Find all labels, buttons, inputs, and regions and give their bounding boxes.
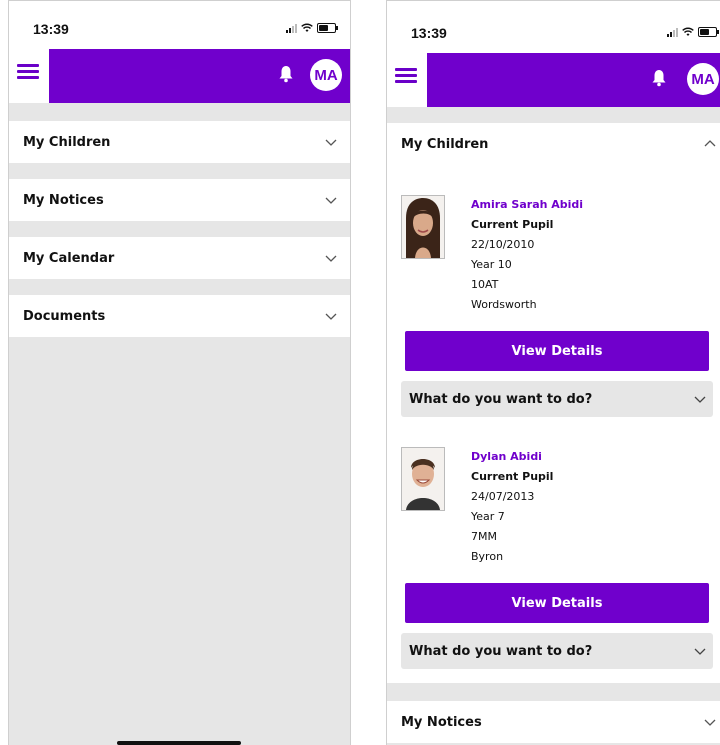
- child-name[interactable]: Amira Sarah Abidi: [471, 195, 583, 215]
- system-icons: [667, 27, 719, 37]
- chevron-down-icon: [694, 396, 706, 403]
- chevron-down-icon: [325, 139, 337, 146]
- section-label: My Notices: [23, 192, 104, 208]
- status-time: 13:39: [411, 25, 447, 41]
- wifi-icon: [682, 27, 694, 36]
- home-indicator[interactable]: [117, 741, 241, 745]
- chevron-down-icon: [704, 719, 716, 726]
- battery-icon: [317, 23, 338, 33]
- battery-icon: [698, 27, 719, 37]
- action-select-label: What do you want to do?: [409, 391, 593, 407]
- child-info: Amira Sarah Abidi Current Pupil 22/10/20…: [471, 195, 583, 315]
- child-year: Year 7: [471, 510, 505, 523]
- chevron-down-icon: [325, 313, 337, 320]
- menu-icon[interactable]: [17, 61, 39, 83]
- phone-screen-expanded: 13:39 MA My Children Amira Sarah Abidi C…: [386, 0, 720, 745]
- signal-icon: [286, 23, 297, 33]
- section-label: My Notices: [401, 714, 482, 730]
- action-select[interactable]: What do you want to do?: [401, 633, 713, 669]
- child-status: Current Pupil: [471, 470, 554, 483]
- child-info: Dylan Abidi Current Pupil 24/07/2013 Yea…: [471, 447, 553, 567]
- child-photo: [401, 447, 445, 511]
- header-bar: MA: [49, 49, 350, 103]
- chevron-up-icon: [704, 140, 716, 147]
- section-label: My Calendar: [23, 250, 115, 266]
- section-label: My Children: [23, 134, 111, 150]
- section-my-notices[interactable]: My Notices: [387, 701, 720, 743]
- bell-icon[interactable]: [651, 69, 667, 87]
- chevron-down-icon: [325, 255, 337, 262]
- app-bar: MA: [9, 49, 350, 103]
- avatar[interactable]: MA: [687, 63, 719, 95]
- chevron-down-icon: [694, 648, 706, 655]
- wifi-icon: [301, 23, 313, 32]
- section-my-children[interactable]: My Children: [9, 121, 350, 163]
- child-card: Dylan Abidi Current Pupil 24/07/2013 Yea…: [387, 445, 720, 669]
- action-select[interactable]: What do you want to do?: [401, 381, 713, 417]
- section-label: Documents: [23, 308, 106, 324]
- section-documents[interactable]: Documents: [9, 295, 350, 337]
- child-house: Byron: [471, 550, 504, 563]
- bell-icon[interactable]: [278, 65, 294, 83]
- child-house: Wordsworth: [471, 298, 537, 311]
- status-bar: 13:39: [9, 1, 350, 49]
- child-card: Amira Sarah Abidi Current Pupil 22/10/20…: [387, 193, 720, 417]
- signal-icon: [667, 27, 678, 37]
- chevron-down-icon: [325, 197, 337, 204]
- phone-screen-collapsed: 13:39 MA My Children My Notices My Calen…: [8, 0, 351, 745]
- child-year: Year 10: [471, 258, 512, 271]
- view-details-button[interactable]: View Details: [405, 583, 709, 623]
- section-label: My Children: [401, 136, 489, 152]
- menu-icon[interactable]: [395, 65, 417, 87]
- my-children-panel: My Children Amira Sarah Abidi Current Pu…: [387, 123, 720, 683]
- child-form: 7MM: [471, 530, 497, 543]
- view-details-button[interactable]: View Details: [405, 331, 709, 371]
- section-my-children[interactable]: My Children: [387, 123, 720, 165]
- status-time: 13:39: [33, 21, 69, 37]
- app-bar: MA: [387, 53, 720, 107]
- system-icons: [286, 23, 338, 33]
- child-dob: 22/10/2010: [471, 238, 535, 251]
- child-form: 10AT: [471, 278, 499, 291]
- action-select-label: What do you want to do?: [409, 643, 593, 659]
- section-my-notices[interactable]: My Notices: [9, 179, 350, 221]
- avatar[interactable]: MA: [310, 59, 342, 91]
- status-bar: 13:39: [387, 1, 720, 53]
- child-dob: 24/07/2013: [471, 490, 535, 503]
- child-photo: [401, 195, 445, 259]
- child-name[interactable]: Dylan Abidi: [471, 447, 553, 467]
- section-my-calendar[interactable]: My Calendar: [9, 237, 350, 279]
- header-bar: MA: [427, 53, 720, 107]
- child-status: Current Pupil: [471, 218, 554, 231]
